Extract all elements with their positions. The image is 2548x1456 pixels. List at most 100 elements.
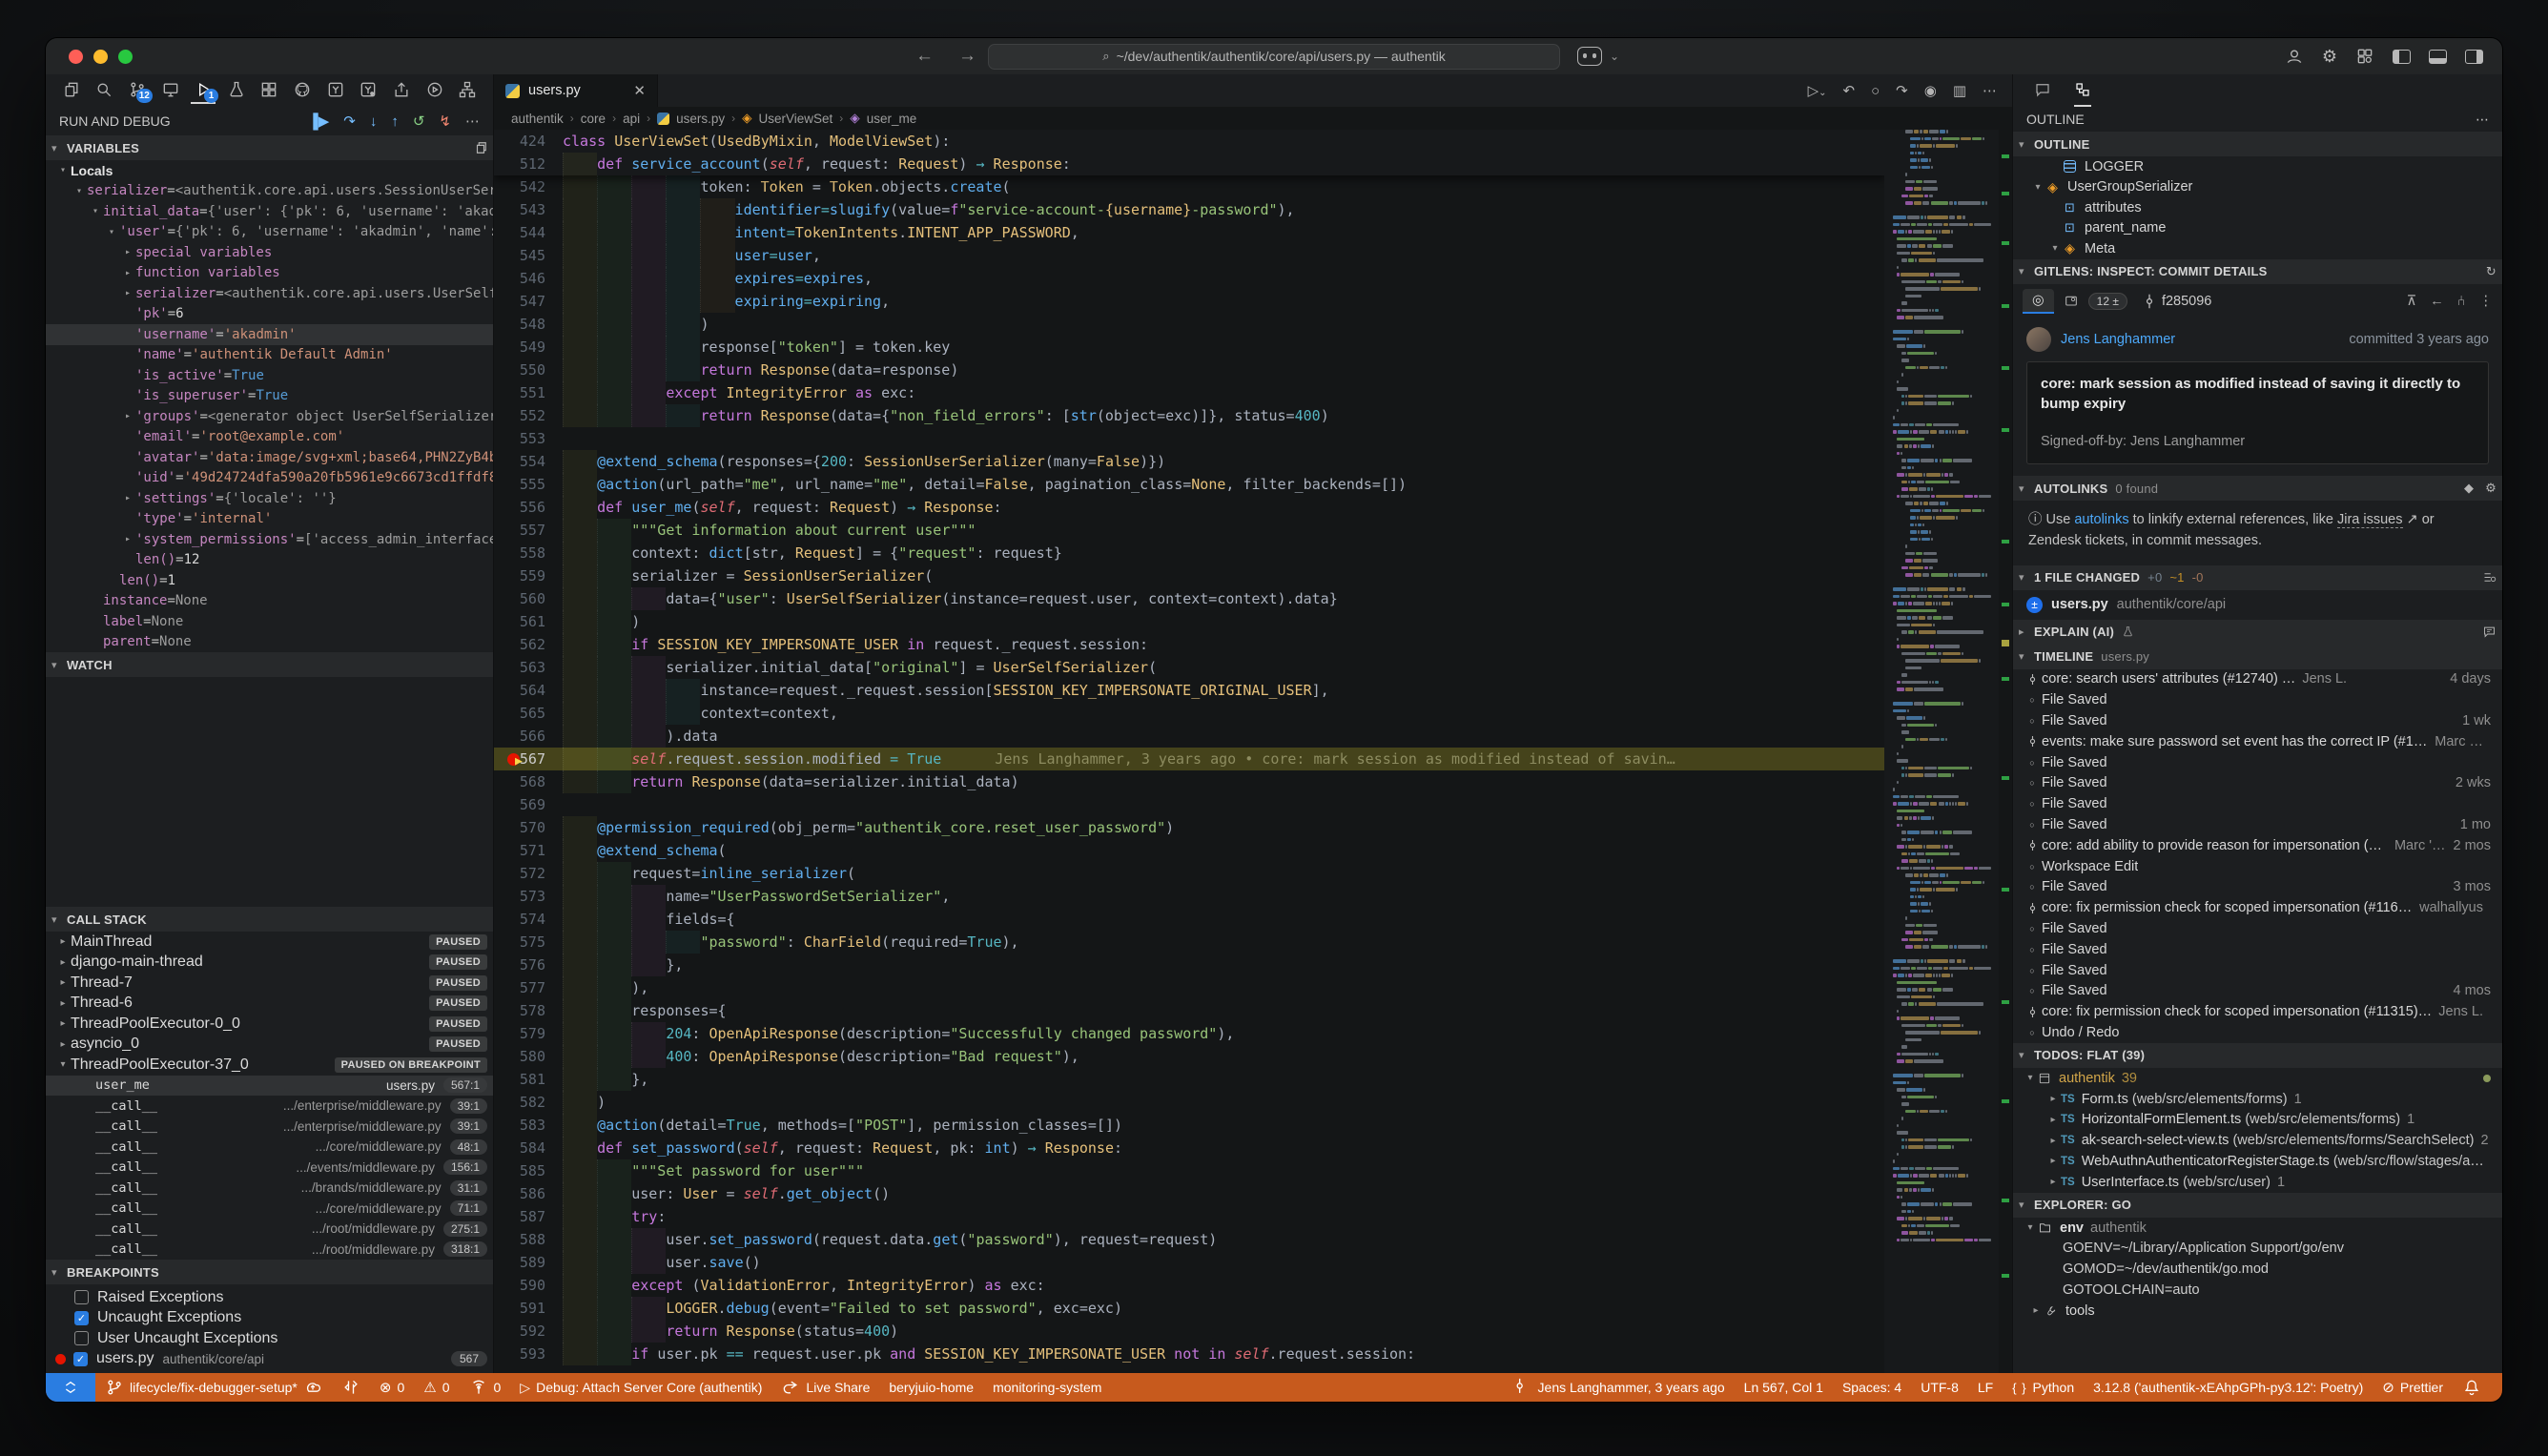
timeline-item[interactable]: core: fix permission check for scoped im… [2013,897,2502,918]
gitlens-inspect-icon[interactable]: ◎ [2023,289,2054,314]
code-line[interactable]: 587 try: [494,1205,1884,1228]
author-link[interactable]: Jens Langhammer [2061,332,2175,347]
variable-row[interactable]: 'username' = 'akadmin' [46,324,493,345]
timeline-section-header[interactable]: ▾TIMELINE users.py [2013,645,2502,669]
code-editor[interactable]: 424class UserViewSet(UsedByMixin, ModelV… [494,130,2012,1373]
code-line[interactable]: 582 ) [494,1091,1884,1114]
status-item[interactable]: Live Share [771,1378,879,1397]
code-line[interactable]: 590 except (ValidationError, IntegrityEr… [494,1274,1884,1297]
gem-icon[interactable]: ◆ [2464,481,2474,496]
tab-users-py[interactable]: users.py ✕ [494,74,658,107]
breakpoint-row[interactable]: Raised Exceptions [46,1287,493,1308]
code-line[interactable]: 563 serializer.initial_data["original"] … [494,656,1884,679]
code-line[interactable]: 548 ) [494,313,1884,336]
code-line[interactable]: 562 if SESSION_KEY_IMPERSONATE_USER in r… [494,633,1884,656]
history-back-icon[interactable]: ← [915,46,934,67]
timeline-item[interactable]: ○ File Saved [2013,689,2502,710]
step-forward-icon[interactable]: ↷ [1896,82,1908,99]
variable-row[interactable]: label = None [46,611,493,632]
thread-row[interactable]: ▸Thread-6 PAUSED [46,994,493,1015]
callstack-frame[interactable]: user_me users.py 567:1 [46,1076,493,1097]
variable-row[interactable]: 'name' = 'authentik Default Admin' [46,345,493,366]
code-line[interactable]: 545 user=user, [494,244,1884,267]
status-item[interactable]: lifecycle/fix-debugger-setup* [95,1378,332,1397]
go-env-var[interactable]: GOTOOLCHAIN=auto [2013,1280,2502,1301]
thread-row[interactable]: ▾ThreadPoolExecutor-37_0 PAUSED ON BREAK… [46,1055,493,1076]
remote-indicator[interactable] [46,1373,95,1402]
explorer-go-section-header[interactable]: ▾EXPLORER: GO [2013,1193,2502,1218]
code-line[interactable]: 573 name="UserPasswordSetSerializer", [494,885,1884,908]
restart-icon[interactable]: ↺ [413,113,425,130]
breakpoints-section-header[interactable]: ▾BREAKPOINTS [46,1260,493,1284]
status-item[interactable] [332,1378,370,1397]
code-line[interactable]: 424class UserViewSet(UsedByMixin, ModelV… [494,130,1884,153]
breakpoint-row[interactable]: ✓ users.py authentik/core/api567 [46,1349,493,1370]
status-item[interactable] [2453,1378,2491,1397]
wip-count-badge[interactable]: 12 ± [2088,293,2127,310]
code-line[interactable]: 549 response["token"] = token.key [494,336,1884,359]
layout-bottom-icon[interactable] [2429,50,2447,64]
code-line[interactable]: 576 }, [494,954,1884,976]
code-line[interactable]: 584 def set_password(self, request: Requ… [494,1137,1884,1159]
customize-layout-icon[interactable] [2355,47,2374,66]
timeline-item[interactable]: ○ Workspace Edit [2013,856,2502,877]
graph-icon[interactable]: ⑃ [2457,294,2466,309]
timeline-item[interactable]: ○ File Saved [2013,939,2502,960]
status-item[interactable]: ⚠ 0 [414,1379,459,1396]
status-item[interactable]: beryjuio-home [879,1380,983,1395]
code-line[interactable]: 579 204: OpenApiResponse(description="Su… [494,1022,1884,1045]
variable-row[interactable]: ▸function variables [46,263,493,284]
watch-section-header[interactable]: ▾WATCH [46,652,493,677]
variable-row[interactable]: instance = None [46,591,493,612]
callstack-frame[interactable]: __call__ .../enterprise/middleware.py 39… [46,1117,493,1138]
status-item[interactable]: Spaces: 4 [1833,1380,1911,1395]
layout-right-icon[interactable] [2465,50,2483,64]
timeline-item[interactable]: ○ File Saved 2 wks [2013,773,2502,794]
autolinks-section-header[interactable]: ▾AUTOLINKS 0 found ◆⚙ [2013,476,2502,501]
code-line[interactable]: 592 return Response(status=400) [494,1320,1884,1343]
thread-row[interactable]: ▸MainThread PAUSED [46,932,493,953]
variable-row[interactable]: ▾Locals [46,160,493,181]
variable-row[interactable]: len() = 12 [46,550,493,571]
timeline-item[interactable]: core: add ability to provide reason for … [2013,835,2502,856]
status-item[interactable]: 3.12.8 ('authentik-xEAhpGPh-py3.12': Poe… [2084,1380,2373,1395]
feedback-icon[interactable] [2482,625,2497,639]
status-item[interactable]: 0 [460,1378,511,1397]
record-icon[interactable]: ○ [1871,83,1880,99]
outline-section-header[interactable]: ▾OUTLINE [2013,132,2502,156]
minimize-window-button[interactable] [93,50,108,64]
callstack-frame[interactable]: __call__ .../root/middleware.py 318:1 [46,1240,493,1261]
go-env-var[interactable]: GOENV=~/Library/Application Support/go/e… [2013,1238,2502,1259]
breakpoint-checkbox[interactable]: ✓ [74,1311,89,1325]
commits-view-icon[interactable] [2064,294,2079,309]
code-line[interactable]: 572 request=inline_serializer( [494,862,1884,885]
comments-tab-icon[interactable] [2034,74,2051,107]
callstack-frame[interactable]: __call__ .../brands/middleware.py 31:1 [46,1178,493,1199]
step-into-icon[interactable]: ↓ [370,113,378,130]
timeline-item[interactable]: ○ File Saved 1 wk [2013,710,2502,731]
minimap[interactable] [1884,130,1999,1373]
code-line[interactable]: 547 expiring=expiring, [494,290,1884,313]
code-line[interactable]: 575 "password": CharField(required=True)… [494,931,1884,954]
code-line[interactable]: 586 user: User = self.get_object() [494,1182,1884,1205]
breadcrumb-item[interactable]: UserViewSet [759,112,833,126]
code-line[interactable]: 557 """Get information about current use… [494,519,1884,542]
go-tools-row[interactable]: ▸ tools [2013,1301,2502,1322]
go-env-var[interactable]: GOMOD=~/dev/authentik/go.mod [2013,1259,2502,1280]
callstack-frame[interactable]: __call__ .../events/middleware.py 156:1 [46,1158,493,1179]
breakpoint-checkbox[interactable] [74,1290,89,1304]
todo-file-row[interactable]: ▸TS HorizontalFormElement.ts (web/src/el… [2013,1109,2502,1130]
layout-left-icon[interactable] [2393,50,2411,64]
timeline-item[interactable]: ○ File Saved [2013,918,2502,939]
copilot-icon[interactable] [1577,47,1602,66]
callstack-frame[interactable]: __call__ .../core/middleware.py 48:1 [46,1137,493,1158]
code-line[interactable]: ▶567 self.request.session.modified = Tru… [494,748,1884,770]
code-line[interactable]: 570 @permission_required(obj_perm="authe… [494,816,1884,839]
code-line[interactable]: 554 @extend_schema(responses={200: Sessi… [494,450,1884,473]
copy-icon[interactable] [474,141,487,154]
kebab-menu-icon[interactable]: ⋮ [2479,294,2494,309]
thread-row[interactable]: ▸ThreadPoolExecutor-0_0 PAUSED [46,1014,493,1035]
timeline-item[interactable]: ○ Undo / Redo [2013,1022,2502,1043]
breadcrumb-item[interactable]: user_me [867,112,917,126]
history-forward-icon[interactable]: → [958,46,976,67]
